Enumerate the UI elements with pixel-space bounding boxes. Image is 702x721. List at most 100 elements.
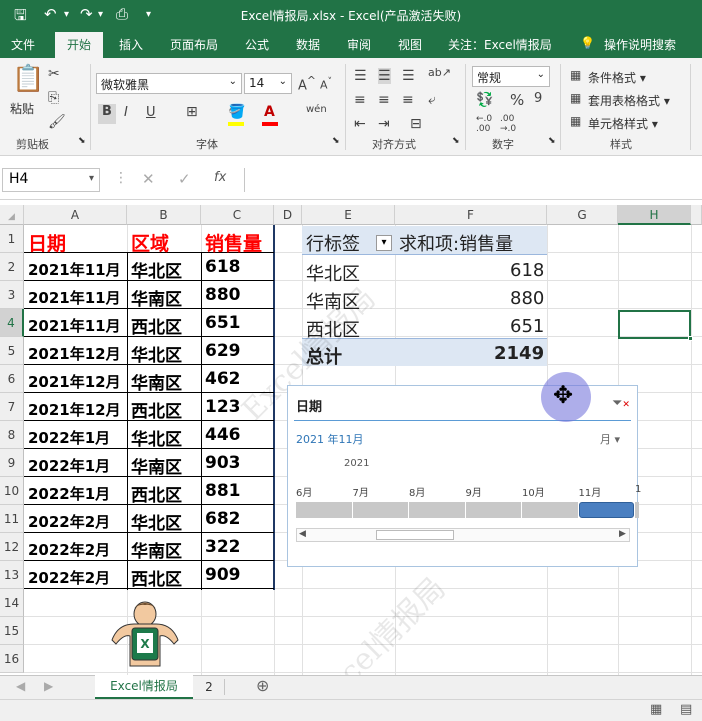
- cancel-icon[interactable]: ✕: [142, 170, 155, 188]
- column-header-e[interactable]: E: [302, 205, 395, 225]
- fill-color-icon[interactable]: 🪣: [228, 104, 245, 120]
- tab-page-layout[interactable]: 页面布局: [170, 36, 218, 53]
- font-name-select[interactable]: 微软雅黑 ⌄: [96, 73, 242, 94]
- copy-icon[interactable]: ⎘: [48, 90, 59, 106]
- tab-view[interactable]: 视图: [398, 36, 422, 53]
- enter-icon[interactable]: ✓: [178, 170, 191, 188]
- tab-formulas[interactable]: 公式: [245, 36, 269, 53]
- align-top-icon[interactable]: ☰: [354, 68, 367, 84]
- row-header[interactable]: 9: [0, 449, 24, 477]
- row-header[interactable]: 4: [0, 309, 24, 337]
- table-cell[interactable]: 2021年11月: [28, 315, 121, 336]
- merge-center-icon[interactable]: ⊟: [410, 116, 422, 132]
- time-level-select[interactable]: 月 ▾: [600, 431, 620, 447]
- row-header[interactable]: 12: [0, 533, 24, 561]
- align-left-icon[interactable]: ≡: [354, 92, 366, 108]
- clipboard-launcher-icon[interactable]: ⬊: [78, 136, 86, 146]
- column-header-h[interactable]: H: [618, 205, 691, 225]
- row-header[interactable]: 15: [0, 617, 24, 645]
- underline-button[interactable]: U: [146, 105, 156, 120]
- border-icon[interactable]: ⊞: [186, 104, 198, 120]
- increase-decimal-icon[interactable]: ←.0.00: [476, 114, 492, 134]
- table-cell[interactable]: 880: [205, 285, 241, 305]
- align-center-icon[interactable]: ≡: [378, 92, 390, 108]
- row-header[interactable]: 11: [0, 505, 24, 533]
- table-cell[interactable]: 华北区: [131, 341, 182, 366]
- insert-function-icon[interactable]: fx: [214, 170, 226, 185]
- percent-button[interactable]: %: [510, 91, 524, 109]
- active-cell[interactable]: [618, 310, 691, 339]
- table-cell[interactable]: 909: [205, 565, 241, 585]
- number-format-select[interactable]: 常规 ⌄: [472, 66, 550, 87]
- number-launcher-icon[interactable]: ⬊: [548, 136, 556, 146]
- format-as-table-icon[interactable]: ▦: [570, 91, 581, 105]
- tab-follow[interactable]: 关注：Excel情报局: [448, 36, 552, 53]
- font-size-select[interactable]: 14 ⌄: [244, 73, 292, 94]
- filter-dropdown-icon[interactable]: ▾: [376, 235, 392, 251]
- add-sheet-icon[interactable]: ⊕: [256, 676, 269, 695]
- tab-home[interactable]: 开始: [55, 32, 104, 58]
- row-header[interactable]: 1: [0, 225, 24, 253]
- table-cell[interactable]: 651: [205, 313, 241, 333]
- tab-file[interactable]: 文件: [11, 36, 35, 53]
- format-painter-icon[interactable]: 🖌: [48, 114, 66, 130]
- scrollbar-thumb[interactable]: [376, 530, 454, 540]
- wrap-text-icon[interactable]: ⤶: [428, 92, 436, 108]
- table-cell[interactable]: 华南区: [131, 453, 182, 478]
- row-header[interactable]: 5: [0, 337, 24, 365]
- tab-insert[interactable]: 插入: [119, 36, 143, 53]
- table-cell[interactable]: 西北区: [131, 481, 182, 506]
- align-right-icon[interactable]: ≡: [402, 92, 414, 108]
- table-cell[interactable]: 682: [205, 509, 241, 529]
- name-box[interactable]: H4 ▾: [2, 168, 100, 192]
- table-cell[interactable]: 2022年1月: [28, 427, 110, 448]
- italic-button[interactable]: I: [124, 105, 128, 120]
- table-cell[interactable]: 2021年12月: [28, 371, 121, 392]
- increase-font-icon[interactable]: A^: [298, 74, 316, 93]
- bold-button[interactable]: B: [98, 104, 116, 124]
- font-launcher-icon[interactable]: ⬊: [332, 136, 340, 146]
- row-header[interactable]: 13: [0, 561, 24, 589]
- row-header[interactable]: 3: [0, 281, 24, 309]
- row-header[interactable]: 16: [0, 645, 24, 673]
- table-cell[interactable]: 华北区: [131, 257, 182, 282]
- cut-icon[interactable]: ✂: [48, 66, 60, 82]
- table-cell[interactable]: 西北区: [131, 397, 182, 422]
- slicer-month-segment[interactable]: [296, 502, 352, 518]
- scroll-right-icon[interactable]: ▶: [619, 529, 626, 539]
- table-cell[interactable]: 西北区: [131, 313, 182, 338]
- alignment-launcher-icon[interactable]: ⬊: [452, 136, 460, 146]
- slicer-scrollbar[interactable]: ◀ ▶: [296, 528, 630, 542]
- accounting-format-icon[interactable]: 💱: [476, 92, 493, 108]
- decrease-font-icon[interactable]: A˅: [320, 76, 332, 92]
- table-cell[interactable]: 2021年12月: [28, 399, 121, 420]
- table-cell[interactable]: 西北区: [131, 565, 182, 590]
- prev-sheet-icon[interactable]: ◀: [16, 679, 25, 693]
- tell-me-search[interactable]: 操作说明搜索: [604, 36, 676, 53]
- row-header[interactable]: 7: [0, 393, 24, 421]
- table-header-cell[interactable]: 销售量: [205, 229, 262, 256]
- tab-data[interactable]: 数据: [296, 36, 320, 53]
- normal-view-icon[interactable]: ▦: [650, 702, 662, 717]
- table-cell[interactable]: 2022年2月: [28, 567, 110, 588]
- table-cell[interactable]: 629: [205, 341, 241, 361]
- decrease-decimal-icon[interactable]: .00 →.0: [500, 114, 516, 134]
- sheet-tab[interactable]: 2: [194, 676, 224, 698]
- table-header-cell[interactable]: 日期: [28, 229, 66, 256]
- font-color-icon[interactable]: A: [264, 104, 275, 120]
- table-cell[interactable]: 2022年1月: [28, 483, 110, 504]
- next-sheet-icon[interactable]: ▶: [44, 679, 53, 693]
- paste-button[interactable]: 粘贴: [10, 100, 34, 117]
- slicer-month-selected[interactable]: [578, 502, 634, 518]
- table-cell[interactable]: 881: [205, 481, 241, 501]
- clear-filter-icon[interactable]: ⏷✕: [612, 396, 630, 411]
- increase-indent-icon[interactable]: ⇥: [378, 116, 390, 132]
- sheet-tab-active[interactable]: Excel情报局: [95, 675, 193, 699]
- select-all-corner[interactable]: ◢: [0, 205, 24, 225]
- table-cell[interactable]: 322: [205, 537, 241, 557]
- comma-style-button[interactable]: 9: [534, 91, 542, 106]
- conditional-format-icon[interactable]: ▦: [570, 68, 581, 82]
- slicer-month-segment[interactable]: [522, 502, 578, 518]
- table-header-cell[interactable]: 区域: [131, 229, 169, 256]
- table-cell[interactable]: 2021年11月: [28, 287, 121, 308]
